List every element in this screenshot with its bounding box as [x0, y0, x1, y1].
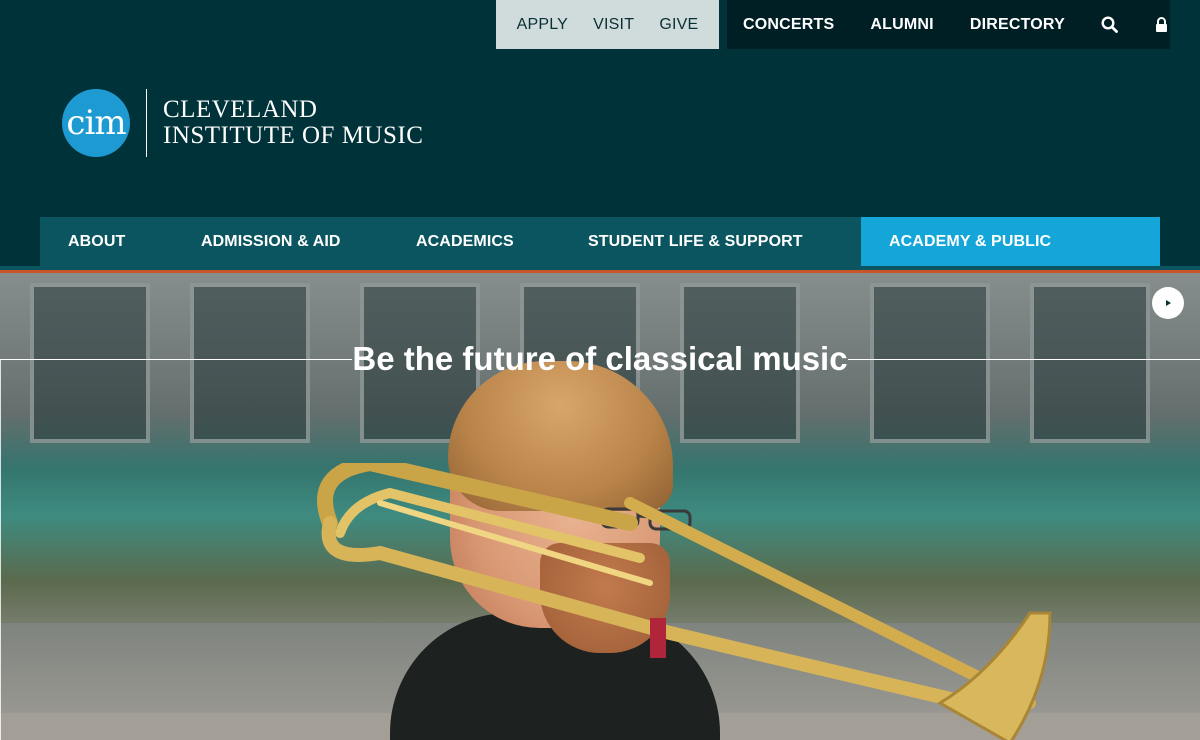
utility-nav-primary: APPLY VISIT GIVE: [496, 0, 719, 49]
hero-rule-right: [848, 359, 1200, 360]
logo-wordmark: CLEVELAND INSTITUTE OF MUSIC: [163, 97, 423, 149]
utility-nav-secondary: CONCERTS ALUMNI DIRECTORY: [727, 0, 1170, 49]
nav-item-academics[interactable]: ACADEMICS: [416, 217, 514, 266]
logo-monogram: cim: [62, 89, 130, 157]
alumni-link[interactable]: ALUMNI: [870, 16, 933, 34]
visit-link[interactable]: VISIT: [593, 16, 634, 34]
nav-item-about[interactable]: ABOUT: [68, 217, 125, 266]
apply-link[interactable]: APPLY: [517, 16, 568, 34]
trombone-image: [317, 463, 1052, 740]
concerts-link[interactable]: CONCERTS: [743, 16, 834, 34]
hero-title: Be the future of classical music: [352, 340, 848, 377]
hero-frame-left: [0, 359, 1, 740]
lock-icon[interactable]: [1154, 15, 1170, 35]
nav-item-admission-aid[interactable]: ADMISSION & AID: [201, 217, 341, 266]
nav-item-student-life-support[interactable]: STUDENT LIFE & SUPPORT: [588, 217, 803, 266]
hero-video: Be the future of classical music: [0, 273, 1200, 740]
cim-logo[interactable]: cim CLEVELAND INSTITUTE OF MUSIC: [62, 89, 423, 157]
main-nav: ABOUT ADMISSION & AID ACADEMICS STUDENT …: [40, 217, 1160, 299]
play-button[interactable]: [1152, 287, 1184, 319]
directory-link[interactable]: DIRECTORY: [970, 16, 1065, 34]
search-icon[interactable]: [1101, 15, 1118, 35]
nav-item-academy-public-programs[interactable]: ACADEMY & PUBLIC PROGRAMS: [861, 217, 1160, 299]
give-link[interactable]: GIVE: [659, 16, 698, 34]
logo-divider: [146, 89, 147, 157]
logo-line-2: INSTITUTE OF MUSIC: [163, 122, 424, 149]
hero-title-row: Be the future of classical music: [0, 337, 1200, 377]
logo-line-1: CLEVELAND: [163, 96, 318, 123]
play-icon: [1166, 300, 1171, 306]
hero-rule-left: [0, 359, 352, 360]
